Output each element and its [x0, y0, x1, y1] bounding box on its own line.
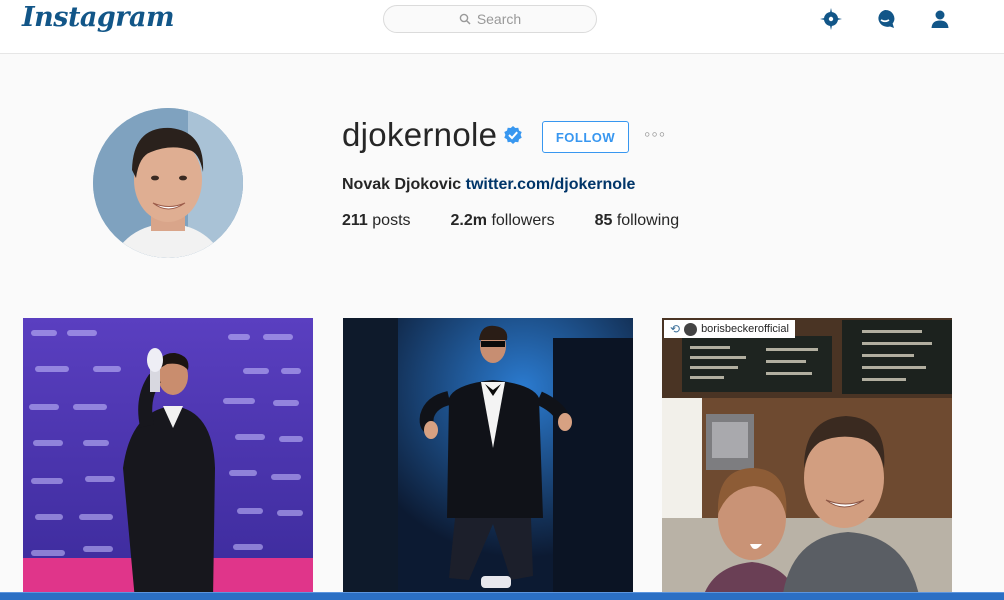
os-taskbar	[0, 592, 1004, 600]
search-placeholder: Search	[476, 11, 522, 27]
profile-username: djokernole	[342, 116, 498, 153]
post-thumbnail[interactable]	[343, 318, 633, 600]
bowtie-sunglasses-photo	[343, 318, 633, 600]
following-label: following	[616, 212, 680, 229]
repost-tag[interactable]: ⟲ borisbeckerofficial	[664, 320, 795, 338]
profile-bio: Novak Djokovic twitter.com/djokernole	[342, 176, 635, 194]
avatar-photo	[93, 108, 243, 258]
post-thumbnail[interactable]	[23, 318, 313, 600]
posts-stat: 211 posts	[342, 212, 411, 230]
followers-label: followers	[491, 212, 555, 229]
search-input[interactable]: Search	[383, 5, 597, 33]
posts-count: 211	[342, 212, 368, 229]
posts-label: posts	[372, 212, 411, 229]
profile-avatar	[93, 108, 243, 258]
more-options-button[interactable]: ◦◦◦	[644, 124, 666, 145]
bio-link[interactable]: twitter.com/djokernole	[466, 176, 636, 193]
following-stat[interactable]: 85 following	[595, 212, 680, 230]
user-profile-icon[interactable]	[928, 7, 952, 31]
profile-stats: 211 posts 2.2m followers 85 following	[342, 212, 719, 230]
repost-avatar	[684, 322, 698, 336]
profile-full-name: Novak Djokovic	[342, 176, 462, 193]
repost-username: borisbeckerofficial	[701, 323, 789, 335]
cafe-selfie-photo	[662, 318, 952, 600]
instagram-logo[interactable]: Instagram	[22, 2, 175, 33]
followers-count: 2.2m	[450, 212, 487, 229]
activity-bubble-icon[interactable]	[873, 7, 897, 31]
search-icon	[459, 13, 471, 25]
repost-icon: ⟲	[670, 322, 681, 336]
compass-icon[interactable]	[819, 7, 843, 31]
following-count: 85	[594, 212, 613, 229]
follow-button[interactable]: FOLLOW	[542, 121, 629, 153]
post-thumbnail[interactable]: ⟲ borisbeckerofficial	[662, 318, 952, 600]
top-navigation-bar: Instagram Search	[0, 0, 1004, 54]
verified-badge-icon	[504, 126, 522, 144]
tuxedo-trophy-photo	[23, 318, 313, 600]
followers-stat[interactable]: 2.2m followers	[451, 212, 555, 230]
